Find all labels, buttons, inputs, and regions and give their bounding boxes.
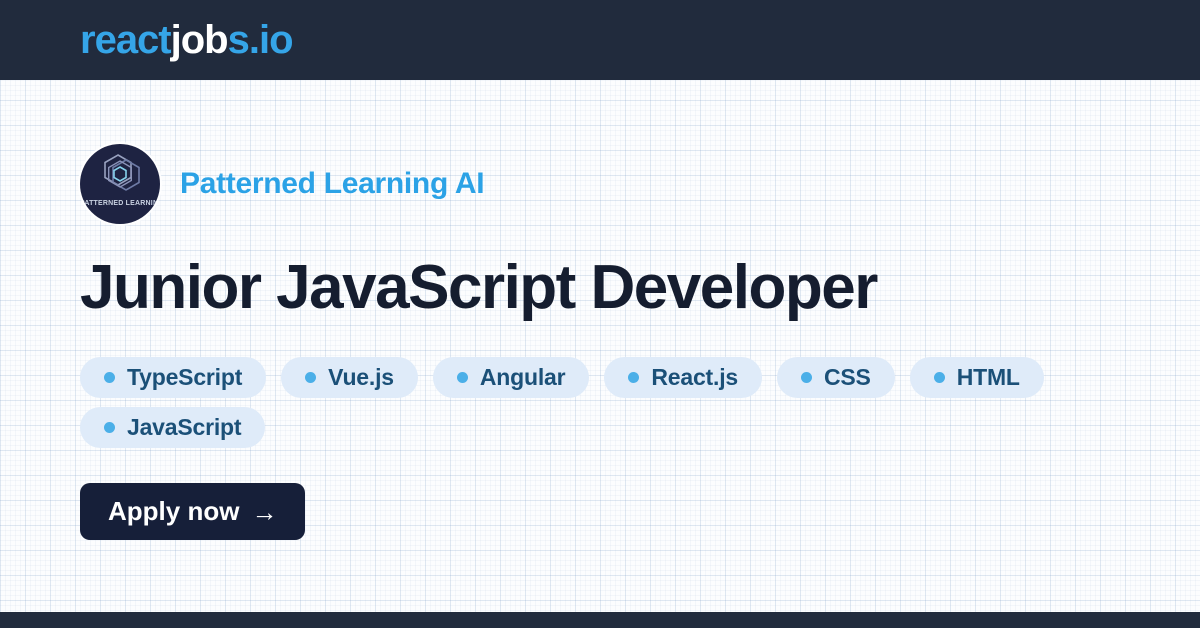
- job-title: Junior JavaScript Developer: [80, 253, 878, 322]
- tag-label: JavaScript: [127, 414, 242, 441]
- tag-bullet-icon: [801, 372, 812, 384]
- tag-bullet-icon: [104, 372, 115, 384]
- tag-label: HTML: [956, 364, 1020, 391]
- tag-label: Angular: [479, 364, 566, 391]
- tag-list: TypeScript Vue.js Angular React.js CSS HTML Ja…: [80, 357, 1120, 449]
- tag-pill[interactable]: CSS: [777, 357, 895, 399]
- tag-pill[interactable]: JavaScript: [80, 407, 266, 449]
- tag-bullet-icon: [305, 372, 317, 384]
- tag-pill[interactable]: Vue.js: [281, 357, 418, 399]
- tag-label: TypeScript: [127, 364, 243, 391]
- tag-bullet-icon: [933, 372, 945, 384]
- tag-pill[interactable]: Angular: [432, 357, 590, 399]
- company-row: PATTERNED LEARNING AI Patterned Learning…: [80, 144, 1120, 224]
- company-logo-avatar: PATTERNED LEARNING AI: [80, 144, 160, 224]
- site-logo-segment: job: [170, 17, 229, 62]
- hexagon-logo-icon: [104, 154, 140, 191]
- apply-now-button[interactable]: Apply now →: [80, 483, 306, 541]
- site-logo-segment: s.io: [227, 17, 294, 62]
- job-card: PATTERNED LEARNING AI Patterned Learning…: [0, 144, 1200, 541]
- arrow-right-icon: →: [251, 496, 278, 527]
- avatar-caption-text: PATTERNED LEARNING AI: [80, 200, 160, 207]
- footer-bar: [0, 612, 1200, 628]
- site-logo-segment: react: [80, 17, 172, 62]
- tag-pill[interactable]: TypeScript: [80, 357, 267, 399]
- tag-pill[interactable]: HTML: [909, 357, 1044, 399]
- apply-now-label: Apply now: [108, 496, 240, 527]
- tag-pill[interactable]: React.js: [604, 357, 762, 399]
- tag-label: Vue.js: [328, 364, 394, 391]
- tag-label: React.js: [651, 364, 738, 391]
- site-logo[interactable]: reactjobs.io: [80, 17, 294, 63]
- tag-bullet-icon: [456, 372, 468, 384]
- header-bar: reactjobs.io: [0, 0, 1200, 80]
- tag-bullet-icon: [628, 372, 640, 384]
- company-name[interactable]: Patterned Learning AI: [180, 167, 485, 201]
- tag-bullet-icon: [104, 422, 115, 434]
- tag-label: CSS: [824, 364, 871, 391]
